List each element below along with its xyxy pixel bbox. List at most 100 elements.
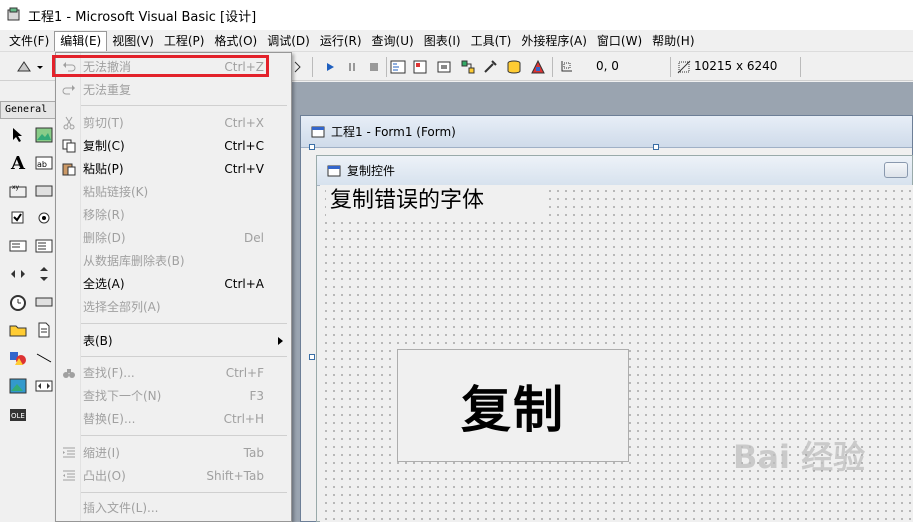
menu-item[interactable]: 文件(F) xyxy=(4,31,54,51)
edit-menu-item-label: 全选(A) xyxy=(83,277,125,291)
menu-item[interactable]: 窗口(W) xyxy=(592,31,647,51)
menu-item[interactable]: 工具(T) xyxy=(466,31,517,51)
svg-text:OLE: OLE xyxy=(11,412,25,420)
edit-menu-item-label: 查找下一个(N) xyxy=(83,389,162,403)
menu-item[interactable]: 图表(I) xyxy=(419,31,466,51)
listbox-tool-icon[interactable] xyxy=(34,236,54,256)
edit-menu-item: 凸出(O) Shift+Tab xyxy=(56,465,291,487)
chevron-right-icon[interactable] xyxy=(293,59,303,75)
edit-menu-item: 替换(E)... Ctrl+H xyxy=(56,408,291,430)
form-designer-title: 工程1 - Form1 (Form) xyxy=(331,125,456,139)
menu-item[interactable]: 帮助(H) xyxy=(647,31,699,51)
size-icon xyxy=(676,59,692,75)
edit-menu-item-shortcut: Ctrl+V xyxy=(224,162,264,176)
edit-menu-item: 插入文件(L)... xyxy=(56,497,291,519)
indent-icon xyxy=(61,445,77,461)
form1-titlebar: 复制控件 xyxy=(317,156,912,186)
menu-item[interactable]: 运行(R) xyxy=(315,31,367,51)
textbox-tool-icon[interactable]: ab xyxy=(34,153,54,173)
form1-caption: 复制控件 xyxy=(347,164,396,178)
edit-menu-item[interactable]: 全选(A) Ctrl+A xyxy=(56,273,291,295)
form-icon xyxy=(327,165,341,177)
component-manager-icon[interactable] xyxy=(530,59,546,75)
menu-item[interactable]: 调试(D) xyxy=(262,31,315,51)
menu-item[interactable]: 格式(O) xyxy=(209,31,262,51)
form-designer-titlebar: 工程1 - Form1 (Form) xyxy=(301,116,912,148)
edit-menu-item-label: 粘贴链接(K) xyxy=(83,185,149,199)
menu-item[interactable]: 编辑(E) xyxy=(54,30,108,51)
edit-menu-item-shortcut: Ctrl+H xyxy=(223,412,264,426)
edit-menu-item-label: 插入文件(L)... xyxy=(83,501,159,515)
menu-separator xyxy=(81,105,287,106)
image-tool-icon[interactable] xyxy=(8,376,28,396)
object-browser-icon[interactable] xyxy=(460,59,476,75)
project-explorer-icon[interactable] xyxy=(390,59,406,75)
edit-menu-item[interactable]: 表(B) xyxy=(56,330,291,352)
edit-menu-item: 无法撤消 Ctrl+Z xyxy=(56,56,291,78)
ole-tool-icon[interactable]: OLE xyxy=(8,405,28,425)
add-project-icon[interactable] xyxy=(16,59,32,75)
svg-text:Bai 经验: Bai 经验 xyxy=(733,438,865,476)
outdent-icon xyxy=(61,468,77,484)
vscrollbar-tool-icon[interactable] xyxy=(34,264,54,284)
title-bar: 工程1 - Microsoft Visual Basic [设计] xyxy=(0,0,913,30)
frame-tool-icon[interactable]: xy xyxy=(8,181,28,201)
menu-item[interactable]: 工程(P) xyxy=(159,31,210,51)
edit-menu-item[interactable]: 粘贴(P) Ctrl+V xyxy=(56,158,291,180)
position-readout: 0, 0 xyxy=(596,59,619,73)
dirlistbox-tool-icon[interactable] xyxy=(8,320,28,340)
data-view-icon[interactable] xyxy=(506,59,522,75)
filelistbox-tool-icon[interactable] xyxy=(34,320,54,340)
drivelistbox-tool-icon[interactable] xyxy=(34,292,54,312)
edit-menu-item-label: 移除(R) xyxy=(83,208,125,222)
edit-menu-item: 删除(D) Del xyxy=(56,227,291,249)
menu-item[interactable]: 视图(V) xyxy=(107,31,159,51)
edit-menu-item-shortcut: F3 xyxy=(249,389,264,403)
checkbox-tool-icon[interactable] xyxy=(8,208,28,228)
copy-button[interactable]: 复制 xyxy=(397,349,629,462)
baidu-watermark: Bai 经验 xyxy=(733,432,883,482)
redo-icon xyxy=(61,82,77,98)
commandbutton-tool-icon[interactable] xyxy=(34,181,54,201)
edit-menu-item: 移除(R) xyxy=(56,204,291,226)
minimize-button[interactable] xyxy=(884,162,908,178)
dropdown-arrow-icon[interactable] xyxy=(36,59,44,75)
edit-menu-item-shortcut: Ctrl+F xyxy=(225,366,264,380)
optionbutton-tool-icon[interactable] xyxy=(34,208,54,228)
resize-handle[interactable] xyxy=(309,144,315,150)
shape-tool-icon[interactable] xyxy=(8,348,28,368)
edit-menu-item-label: 剪切(T) xyxy=(83,116,124,130)
hscrollbar-tool-icon[interactable] xyxy=(8,264,28,284)
start-icon[interactable] xyxy=(322,59,338,75)
timer-tool-icon[interactable] xyxy=(8,292,28,312)
svg-text:ab: ab xyxy=(37,160,47,169)
svg-text:xy: xy xyxy=(12,184,20,191)
find-icon xyxy=(61,365,77,381)
edit-menu-item-label: 从数据库删除表(B) xyxy=(83,254,185,268)
edit-menu-item: 缩进(I) Tab xyxy=(56,442,291,464)
line-tool-icon[interactable] xyxy=(34,348,54,368)
edit-menu-item-label: 凸出(O) xyxy=(83,469,126,483)
window-title: 工程1 - Microsoft Visual Basic [设计] xyxy=(28,9,257,25)
copy-icon xyxy=(61,138,77,154)
menu-item[interactable]: 外接程序(A) xyxy=(516,31,592,51)
vb-app-icon[interactable] xyxy=(6,7,22,23)
properties-window-icon[interactable] xyxy=(412,59,428,75)
resize-handle[interactable] xyxy=(653,144,659,150)
edit-menu-item[interactable]: 复制(C) Ctrl+C xyxy=(56,135,291,157)
picturebox-tool-icon[interactable] xyxy=(34,125,54,145)
label-tool-icon[interactable]: A xyxy=(8,153,28,174)
resize-handle[interactable] xyxy=(309,354,315,360)
combobox-tool-icon[interactable] xyxy=(8,236,28,256)
form-layout-icon[interactable] xyxy=(436,59,452,75)
pointer-tool-icon[interactable] xyxy=(8,125,28,145)
stop-icon[interactable] xyxy=(366,59,382,75)
pause-icon[interactable] xyxy=(344,59,360,75)
toolbox-icon[interactable] xyxy=(482,59,498,75)
edit-menu-item-label: 替换(E)... xyxy=(83,412,136,426)
edit-menu-item-shortcut: Ctrl+C xyxy=(224,139,264,153)
data-tool-icon[interactable] xyxy=(34,376,54,396)
menu-item[interactable]: 查询(U) xyxy=(367,31,419,51)
edit-menu-item-shortcut: Del xyxy=(244,231,264,245)
label-control[interactable]: 复制错误的字体 xyxy=(326,186,548,216)
